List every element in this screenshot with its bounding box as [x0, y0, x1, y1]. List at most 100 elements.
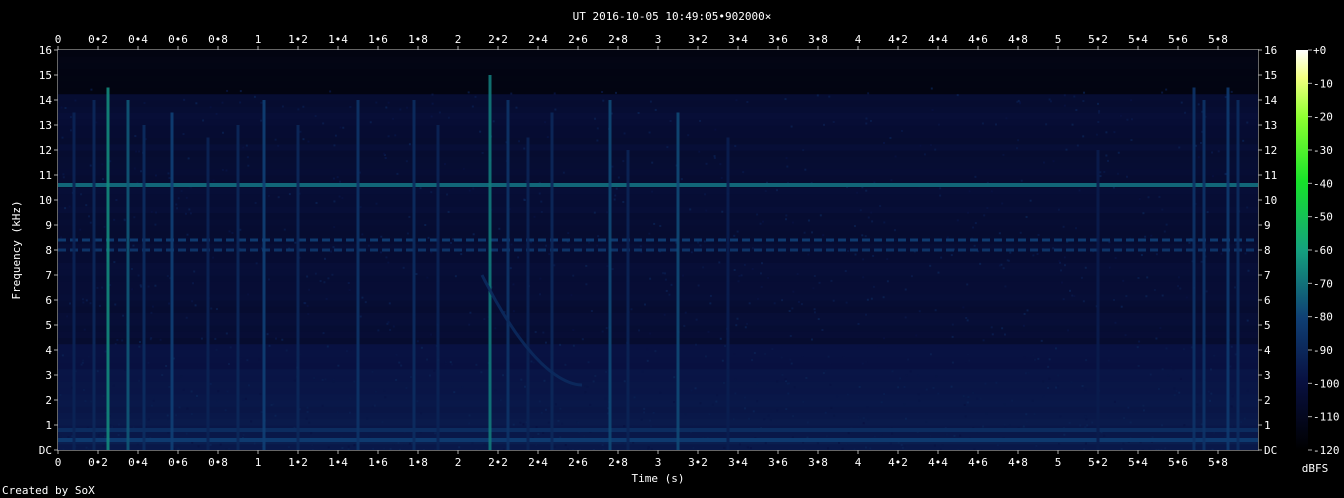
noise-speck: [756, 382, 759, 385]
noise-speck: [756, 213, 759, 216]
noise-speck: [512, 423, 515, 426]
noise-speck: [1170, 365, 1173, 368]
noise-speck: [744, 326, 747, 329]
noise-speck: [302, 105, 305, 108]
noise-speck: [995, 123, 998, 126]
tone-dash: [538, 248, 546, 252]
noise-speck: [225, 332, 228, 335]
noise-speck: [946, 236, 949, 239]
noise-speck: [847, 432, 850, 435]
impulse-line: [488, 75, 492, 450]
noise-speck: [523, 385, 526, 388]
noise-speck: [862, 417, 865, 420]
noise-speck: [737, 280, 740, 283]
y-tick-label-right: 11: [1264, 169, 1277, 182]
noise-speck: [689, 208, 692, 211]
noise-speck: [1019, 231, 1022, 234]
tone-dash: [334, 238, 342, 242]
noise-speck: [197, 364, 200, 367]
noise-speck: [554, 403, 557, 406]
noise-speck: [306, 304, 309, 307]
noise-speck: [1024, 372, 1027, 375]
noise-speck: [104, 350, 107, 353]
noise-speck: [891, 370, 894, 373]
tone-dash: [1078, 248, 1086, 252]
noise-speck: [480, 371, 483, 374]
noise-speck: [594, 374, 597, 377]
noise-speck: [864, 446, 867, 449]
noise-speck: [542, 331, 545, 334]
noise-speck: [941, 444, 944, 447]
noise-speck: [748, 417, 751, 420]
noise-speck: [1065, 148, 1068, 151]
noise-speck: [1022, 324, 1025, 327]
noise-speck: [866, 298, 869, 301]
noise-speck: [375, 101, 378, 104]
noise-speck: [545, 244, 548, 247]
noise-speck: [84, 400, 87, 403]
noise-speck: [1209, 368, 1212, 371]
tone-dash: [898, 248, 906, 252]
noise-band: [58, 75, 1258, 82]
noise-speck: [1048, 98, 1051, 101]
tone-dash: [886, 248, 894, 252]
noise-speck: [1082, 135, 1085, 138]
noise-speck: [990, 326, 993, 329]
y-tick-label-right: 5: [1264, 319, 1271, 332]
noise-speck: [189, 212, 192, 215]
noise-speck: [998, 232, 1001, 235]
noise-speck: [581, 338, 584, 341]
noise-speck: [821, 328, 824, 331]
x-tick-label-top: 4: [855, 33, 862, 46]
tone-dash: [994, 248, 1002, 252]
noise-speck: [785, 408, 788, 411]
noise-speck: [816, 94, 819, 97]
noise-speck: [82, 359, 85, 362]
tone-dash: [346, 238, 354, 242]
noise-speck: [886, 258, 889, 261]
noise-speck: [383, 389, 386, 392]
tone-dash: [634, 248, 642, 252]
noise-speck: [270, 403, 273, 406]
impulse-line: [206, 137, 210, 450]
noise-speck: [882, 296, 885, 299]
noise-speck: [245, 144, 248, 147]
noise-speck: [649, 100, 652, 103]
noise-speck: [816, 442, 819, 445]
y-tick-label-left: 13: [39, 119, 52, 132]
noise-speck: [830, 406, 833, 409]
noise-speck: [1075, 227, 1078, 230]
noise-speck: [1177, 276, 1180, 279]
noise-speck: [383, 447, 386, 450]
noise-speck: [306, 406, 309, 409]
impulse-line: [626, 150, 630, 450]
tone-dash: [574, 238, 582, 242]
noise-speck: [1130, 99, 1133, 102]
noise-speck: [974, 222, 977, 225]
noise-speck: [596, 139, 599, 142]
noise-speck: [438, 111, 441, 114]
noise-speck: [663, 313, 666, 316]
noise-speck: [113, 218, 116, 221]
noise-speck: [965, 316, 968, 319]
impulse-line: [436, 125, 440, 450]
colorbar-tick-label: -110: [1313, 411, 1340, 424]
noise-speck: [267, 278, 270, 281]
tone-dash: [1102, 248, 1110, 252]
noise-speck: [499, 399, 502, 402]
noise-speck: [185, 432, 188, 435]
noise-speck: [228, 447, 231, 450]
noise-speck: [124, 368, 127, 371]
noise-speck: [872, 285, 875, 288]
tone-dash: [1126, 248, 1134, 252]
tone-dash: [982, 248, 990, 252]
noise-speck: [364, 301, 367, 304]
tone-dash: [154, 248, 162, 252]
noise-speck: [764, 352, 767, 355]
noise-speck: [62, 448, 65, 450]
tone-dash: [118, 248, 126, 252]
noise-speck: [641, 370, 644, 373]
noise-speck: [859, 209, 862, 212]
noise-speck: [649, 332, 652, 335]
noise-speck: [154, 284, 157, 287]
